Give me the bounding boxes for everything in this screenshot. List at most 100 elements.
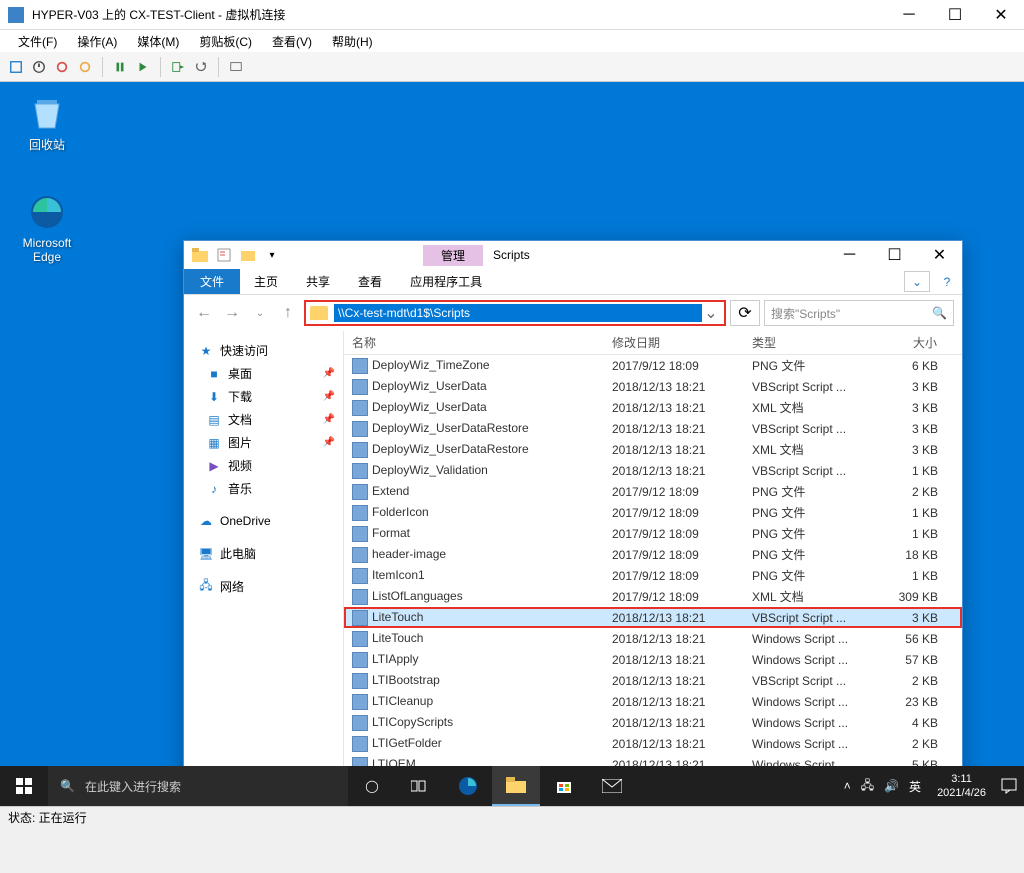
- action-center-icon[interactable]: [994, 766, 1024, 806]
- recycle-bin-icon[interactable]: 回收站: [10, 92, 84, 153]
- ribbon-home-tab[interactable]: 主页: [240, 269, 292, 294]
- ribbon-expand-icon[interactable]: ⌄: [904, 271, 930, 292]
- refresh-button[interactable]: ⟳: [730, 300, 760, 326]
- taskbar-edge-icon[interactable]: [444, 766, 492, 806]
- explorer-maximize-button[interactable]: ☐: [872, 241, 917, 269]
- file-row[interactable]: Format2017/9/12 18:09PNG 文件1 KB: [344, 523, 962, 544]
- sidebar-this-pc[interactable]: 🖥此电脑: [184, 542, 343, 565]
- taskbar-explorer-icon[interactable]: [492, 766, 540, 806]
- tray-up-icon[interactable]: ˄: [844, 779, 851, 793]
- tray-network-icon[interactable]: 🖧: [861, 776, 874, 797]
- edge-icon[interactable]: Microsoft Edge: [10, 192, 84, 264]
- file-rows[interactable]: DeployWiz_TimeZone2017/9/12 18:09PNG 文件6…: [344, 355, 962, 792]
- sidebar-onedrive[interactable]: ☁OneDrive: [184, 510, 343, 532]
- maximize-button[interactable]: ☐: [932, 0, 978, 30]
- ribbon-apptools-tab[interactable]: 应用程序工具: [396, 269, 496, 294]
- taskbar-search[interactable]: 🔍在此键入进行搜索: [48, 766, 348, 806]
- file-row[interactable]: DeployWiz_UserDataRestore2018/12/13 18:2…: [344, 418, 962, 439]
- file-row[interactable]: LTICopyScripts2018/12/13 18:21Windows Sc…: [344, 712, 962, 733]
- taskbar-mail-icon[interactable]: [588, 766, 636, 806]
- col-name[interactable]: 名称: [344, 334, 604, 351]
- address-path[interactable]: \\Cx-test-mdt\d1$\Scripts: [334, 304, 702, 322]
- file-row[interactable]: LTIBootstrap2018/12/13 18:21VBScript Scr…: [344, 670, 962, 691]
- file-row[interactable]: LiteTouch2018/12/13 18:21Windows Script …: [344, 628, 962, 649]
- file-row[interactable]: DeployWiz_Validation2018/12/13 18:21VBSc…: [344, 460, 962, 481]
- file-row[interactable]: LTIGetFolder2018/12/13 18:21Windows Scri…: [344, 733, 962, 754]
- system-tray[interactable]: ˄ 🖧 🔊 英: [836, 776, 929, 797]
- enhanced-session-icon[interactable]: [226, 57, 246, 77]
- col-type[interactable]: 类型: [744, 334, 864, 351]
- qat-properties-icon[interactable]: [214, 245, 234, 265]
- sidebar-quick-access[interactable]: ★快速访问: [184, 339, 343, 362]
- menu-action[interactable]: 操作(A): [67, 33, 127, 50]
- file-row[interactable]: DeployWiz_UserData2018/12/13 18:21XML 文档…: [344, 397, 962, 418]
- explorer-minimize-button[interactable]: ─: [827, 241, 872, 269]
- menu-view[interactable]: 查看(V): [262, 33, 322, 50]
- reset-icon[interactable]: [133, 57, 153, 77]
- minimize-button[interactable]: ─: [886, 0, 932, 30]
- ctrl-alt-del-icon[interactable]: [6, 57, 26, 77]
- save-icon[interactable]: [75, 57, 95, 77]
- menu-file[interactable]: 文件(F): [8, 33, 67, 50]
- nav-forward-button[interactable]: →: [220, 301, 244, 325]
- start-button[interactable]: [0, 766, 48, 806]
- file-icon: [352, 505, 368, 521]
- qat-newfolder-icon[interactable]: [238, 245, 258, 265]
- explorer-titlebar: ▾ 管理 Scripts ─ ☐ ✕: [184, 241, 962, 269]
- desktop-icon: ■: [206, 366, 222, 382]
- file-row[interactable]: LTIApply2018/12/13 18:21Windows Script .…: [344, 649, 962, 670]
- tray-volume-icon[interactable]: 🔊: [884, 779, 899, 793]
- pc-icon: 🖥: [198, 546, 214, 562]
- pause-icon[interactable]: [110, 57, 130, 77]
- file-row[interactable]: DeployWiz_UserData2018/12/13 18:21VBScri…: [344, 376, 962, 397]
- ribbon-share-tab[interactable]: 共享: [292, 269, 344, 294]
- file-size: 23 KB: [864, 695, 962, 709]
- document-icon: ▤: [206, 412, 222, 428]
- menu-media[interactable]: 媒体(M): [127, 33, 189, 50]
- nav-up-button[interactable]: ↑: [276, 301, 300, 325]
- file-row[interactable]: header-image2017/9/12 18:09PNG 文件18 KB: [344, 544, 962, 565]
- file-row[interactable]: DeployWiz_TimeZone2017/9/12 18:09PNG 文件6…: [344, 355, 962, 376]
- file-row[interactable]: FolderIcon2017/9/12 18:09PNG 文件1 KB: [344, 502, 962, 523]
- file-row[interactable]: LTICleanup2018/12/13 18:21Windows Script…: [344, 691, 962, 712]
- tray-clock[interactable]: 3:11 2021/4/26: [929, 772, 994, 800]
- sidebar-desktop[interactable]: ■桌面📌: [184, 362, 343, 385]
- file-row[interactable]: LiteTouch2018/12/13 18:21VBScript Script…: [344, 607, 962, 628]
- tray-ime-label[interactable]: 英: [909, 778, 921, 795]
- shutdown-icon[interactable]: [52, 57, 72, 77]
- file-row[interactable]: DeployWiz_UserDataRestore2018/12/13 18:2…: [344, 439, 962, 460]
- sidebar-documents[interactable]: ▤文档📌: [184, 408, 343, 431]
- ribbon-help-icon[interactable]: ?: [934, 271, 960, 292]
- sidebar-music[interactable]: ♪音乐: [184, 477, 343, 500]
- taskbar-store-icon[interactable]: [540, 766, 588, 806]
- file-row[interactable]: ItemIcon12017/9/12 18:09PNG 文件1 KB: [344, 565, 962, 586]
- file-name: ItemIcon1: [372, 568, 425, 582]
- search-input[interactable]: 搜索"Scripts" 🔍: [764, 300, 954, 326]
- file-row[interactable]: ListOfLanguages2017/9/12 18:09XML 文档309 …: [344, 586, 962, 607]
- cortana-icon[interactable]: ◯: [348, 766, 396, 806]
- file-name: LiteTouch: [372, 631, 423, 645]
- address-bar[interactable]: \\Cx-test-mdt\d1$\Scripts ⌄: [304, 300, 726, 326]
- ribbon-file-tab[interactable]: 文件: [184, 269, 240, 294]
- close-button[interactable]: ✕: [978, 0, 1024, 30]
- revert-icon[interactable]: [191, 57, 211, 77]
- qat-dropdown-icon[interactable]: ▾: [262, 245, 282, 265]
- col-size[interactable]: 大小: [864, 334, 962, 351]
- address-dropdown-icon[interactable]: ⌄: [702, 303, 720, 323]
- ribbon-view-tab[interactable]: 查看: [344, 269, 396, 294]
- explorer-close-button[interactable]: ✕: [917, 241, 962, 269]
- sidebar-network[interactable]: 🖧网络: [184, 575, 343, 598]
- task-view-icon[interactable]: [396, 766, 444, 806]
- col-date[interactable]: 修改日期: [604, 334, 744, 351]
- file-row[interactable]: Extend2017/9/12 18:09PNG 文件2 KB: [344, 481, 962, 502]
- sidebar-videos[interactable]: ▶视频: [184, 454, 343, 477]
- nav-history-button[interactable]: ⌄: [248, 301, 272, 325]
- checkpoint-icon[interactable]: [168, 57, 188, 77]
- sidebar-downloads[interactable]: ⬇下载📌: [184, 385, 343, 408]
- start-icon[interactable]: [29, 57, 49, 77]
- nav-back-button[interactable]: ←: [192, 301, 216, 325]
- sidebar-pictures[interactable]: ▦图片📌: [184, 431, 343, 454]
- file-date: 2018/12/13 18:21: [604, 632, 744, 646]
- menu-help[interactable]: 帮助(H): [322, 33, 383, 50]
- menu-clipboard[interactable]: 剪贴板(C): [189, 33, 262, 50]
